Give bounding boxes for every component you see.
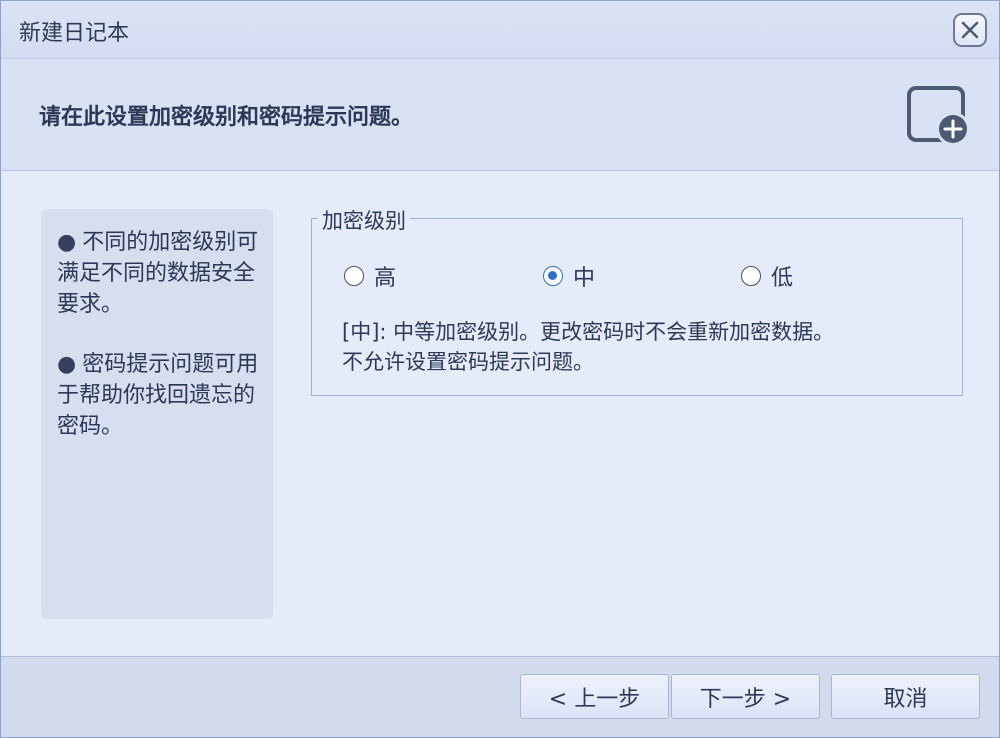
tips-panel: ● 不同的加密级别可满足不同的数据安全要求。 ● 密码提示问题可用于帮助你找回遗忘的… bbox=[41, 209, 273, 619]
dialog-window: 新建日记本 请在此设置加密级别和密码提示问题。 ● 不同的加密级别可满足不同的数据… bbox=[0, 0, 1000, 738]
new-notebook-icon bbox=[907, 86, 970, 146]
back-button[interactable]: < 上一步 bbox=[520, 674, 669, 719]
radio-circle bbox=[741, 266, 761, 286]
content-area: ● 不同的加密级别可满足不同的数据安全要求。 ● 密码提示问题可用于帮助你找回遗忘的… bbox=[1, 172, 999, 656]
close-button[interactable] bbox=[953, 13, 987, 47]
radio-circle bbox=[344, 266, 364, 286]
tip-item: ● 密码提示问题可用于帮助你找回遗忘的密码。 bbox=[57, 352, 259, 439]
tip-text: 不同的加密级别可满足不同的数据安全要求。 bbox=[57, 230, 259, 317]
window-title: 新建日记本 bbox=[19, 21, 130, 46]
wizard-header: 请在此设置加密级别和密码提示问题。 bbox=[1, 59, 999, 171]
radio-circle-checked bbox=[543, 266, 563, 286]
button-bar: < 上一步 下一步 > 取消 bbox=[1, 656, 999, 737]
radio-low[interactable]: 低 bbox=[741, 261, 793, 291]
next-button[interactable]: 下一步 > bbox=[671, 674, 820, 719]
close-icon bbox=[961, 21, 979, 39]
cancel-button[interactable]: 取消 bbox=[831, 674, 980, 719]
title-bar: 新建日记本 bbox=[1, 1, 999, 59]
tip-text: 密码提示问题可用于帮助你找回遗忘的密码。 bbox=[57, 352, 259, 439]
encryption-level-group: 加密级别 高 中 低 [中]: 中等加密级别。更改密码时不会重新加密数据。 不允… bbox=[311, 205, 963, 396]
tip-item: ● 不同的加密级别可满足不同的数据安全要求。 bbox=[57, 230, 259, 317]
radio-label: 中 bbox=[573, 266, 596, 291]
radio-medium[interactable]: 中 bbox=[543, 261, 595, 291]
radio-label: 高 bbox=[374, 266, 397, 291]
page-heading: 请在此设置加密级别和密码提示问题。 bbox=[39, 105, 414, 130]
radio-label: 低 bbox=[771, 266, 794, 291]
radio-high[interactable]: 高 bbox=[344, 261, 396, 291]
level-description: [中]: 中等加密级别。更改密码时不会重新加密数据。 不允许设置密码提示问题。 bbox=[342, 320, 835, 374]
group-legend: 加密级别 bbox=[318, 205, 410, 235]
